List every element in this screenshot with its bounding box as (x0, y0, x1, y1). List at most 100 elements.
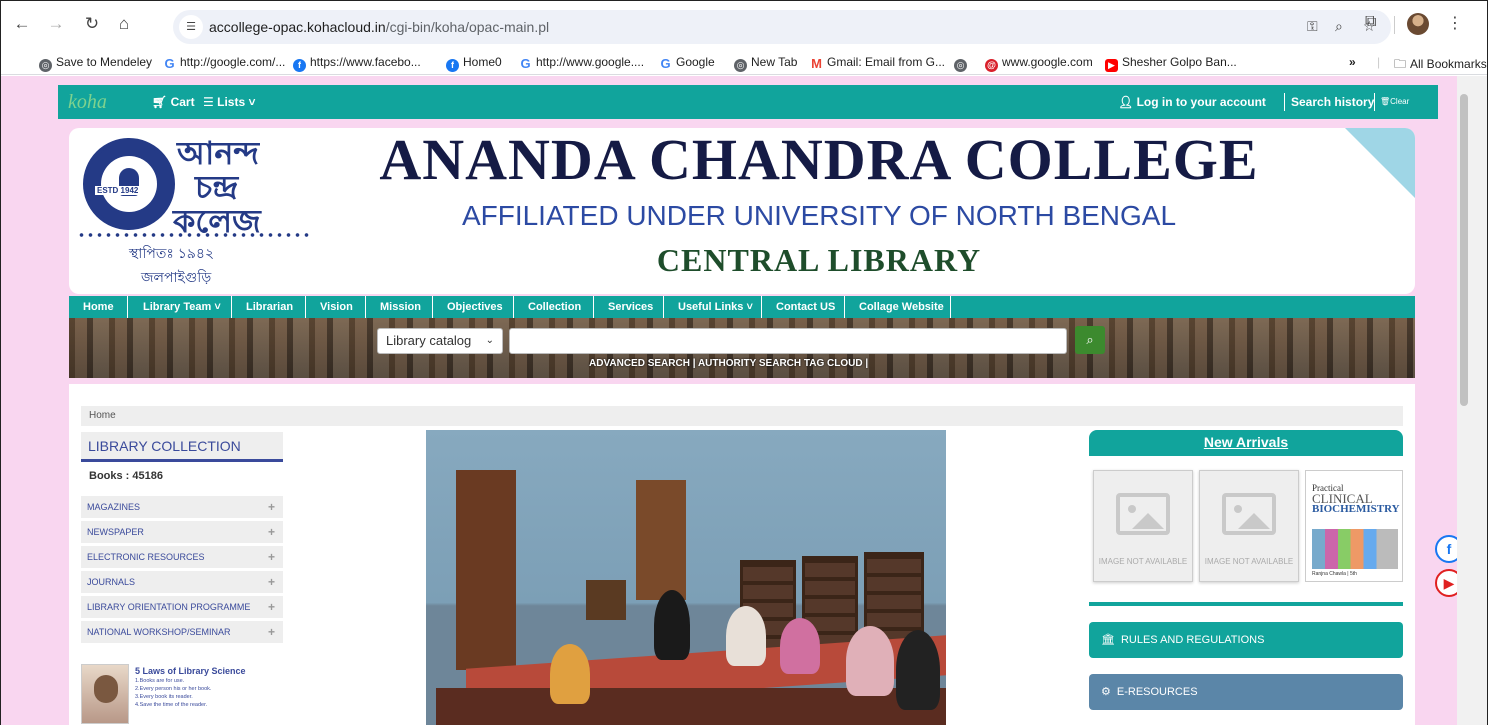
back-arrow-icon[interactable]: ← (11, 13, 33, 35)
youtube-icon: ▶ (1105, 59, 1118, 72)
nav-services[interactable]: Services (608, 296, 653, 318)
main-nav: Home Library Team ˅ Librarian Vision Mis… (69, 296, 1415, 318)
home-icon[interactable]: ⌂ (113, 13, 135, 35)
page-viewport: koha 🛒︎ Cart ☰ Lists ˅ 👤︎ Log in to your… (1, 76, 1457, 725)
url-text[interactable]: accollege-opac.kohacloud.in/cgi-bin/koha… (209, 19, 549, 35)
cogs-icon: ⚙ (1101, 686, 1111, 698)
page-scrollbar[interactable] (1457, 76, 1487, 725)
caret-down-icon: ˅ (248, 95, 256, 109)
nav-mission[interactable]: Mission (380, 296, 421, 318)
nav-contact-us[interactable]: Contact US (776, 296, 835, 318)
nav-collection[interactable]: Collection (528, 296, 581, 318)
search-links: ADVANCED SEARCH | AUTHORITY SEARCH TAG C… (589, 358, 869, 369)
books-count: Books : 45186 (89, 470, 163, 482)
advanced-search-link[interactable]: ADVANCED SEARCH (589, 358, 690, 369)
zoom-icon[interactable]: ⌕ (1335, 18, 1343, 35)
list-icon: ☰ (203, 95, 214, 109)
collection-item-electronic-resources[interactable]: ELECTRONIC RESOURCES + (81, 546, 283, 568)
bookmark-item[interactable]: f Home0 (446, 55, 502, 72)
collection-item-orientation[interactable]: LIBRARY ORIENTATION PROGRAMME + (81, 596, 283, 618)
laws-line: 1.Books are for use. (135, 678, 185, 684)
nav-vision[interactable]: Vision (320, 296, 353, 318)
nav-librarian[interactable]: Librarian (246, 296, 293, 318)
trash-icon: 🗑︎ (1380, 97, 1391, 106)
google-icon: G (164, 56, 175, 71)
dotted-divider (77, 232, 309, 238)
clear-history-button[interactable]: 🗑︎Clear (1380, 97, 1409, 106)
lists-dropdown[interactable]: ☰ Lists ˅ (203, 95, 255, 109)
cart-button[interactable]: 🛒︎ Cart (152, 95, 195, 109)
all-bookmarks-button[interactable]: 🗀 All Bookmarks (1394, 55, 1487, 76)
collection-heading: LIBRARY COLLECTION (81, 432, 283, 462)
bookmark-item[interactable]: M Gmail: Email from G... (810, 55, 945, 70)
google-icon: G (520, 56, 531, 71)
menu-dots-icon[interactable]: ⋮ (1447, 13, 1463, 33)
koha-logo[interactable]: koha (68, 91, 107, 114)
bookmark-item[interactable]: ◎ (954, 55, 971, 72)
nav-college-website[interactable]: Collage Website (859, 296, 944, 318)
bookmark-item[interactable]: ◎ New Tab (734, 55, 797, 72)
laws-line: 4.Save the time of the reader. (135, 702, 208, 708)
collection-item-magazines[interactable]: MAGAZINES + (81, 496, 283, 518)
facebook-icon: f (293, 59, 306, 72)
laws-line: 2.Every person his or her book. (135, 686, 212, 692)
koha-topbar: koha 🛒︎ Cart ☰ Lists ˅ 👤︎ Log in to your… (58, 85, 1438, 119)
rules-regulations-button[interactable]: 🏛︎ RULES AND REGULATIONS (1089, 622, 1403, 658)
bookmark-item[interactable]: G Google (659, 55, 714, 71)
plus-icon: + (267, 600, 275, 614)
globe-icon: ◎ (734, 59, 747, 72)
search-scope-select[interactable]: Library catalog ⌄ (377, 328, 503, 354)
bookmark-item[interactable]: ▶ Shesher Golpo Ban... (1105, 55, 1237, 72)
bookmark-item[interactable]: Ghttp://google.com/... (163, 55, 285, 70)
nav-library-team[interactable]: Library Team ˅ (143, 296, 221, 318)
bookmark-item[interactable]: ◎ Save to Mendeley (39, 55, 152, 72)
extensions-icon[interactable]: ⧉ (1365, 13, 1376, 31)
search-history-link[interactable]: Search history (1291, 95, 1374, 109)
address-bar[interactable]: ☰ accollege-opac.kohacloud.in/cgi-bin/ko… (173, 10, 1391, 44)
globe-icon: ◎ (954, 59, 967, 72)
bookmarks-bar: ◎ Save to Mendeley Ghttp://google.com/...… (1, 51, 1487, 75)
nav-useful-links[interactable]: Useful Links ˅ (678, 296, 753, 318)
more-bookmarks-button[interactable]: » (1349, 55, 1356, 69)
new-arrival-card[interactable]: IMAGE NOT AVAILABLE (1199, 470, 1299, 582)
authority-search-link[interactable]: AUTHORITY SEARCH (698, 358, 801, 369)
ranganathan-portrait (81, 664, 129, 724)
new-arrivals-heading[interactable]: New Arrivals (1089, 430, 1403, 456)
plus-icon: + (267, 525, 275, 539)
breadcrumb-home-link[interactable]: Home (89, 410, 116, 421)
collection-item-journals[interactable]: JOURNALS + (81, 571, 283, 593)
bookmark-item[interactable]: Ghttp://www.google.... (519, 55, 644, 70)
e-resources-button[interactable]: ⚙ E-RESOURCES (1089, 674, 1403, 710)
browser-toolbar: ← → ↻ ⌂ ☰ accollege-opac.kohacloud.in/cg… (1, 1, 1487, 51)
collection-item-newspaper[interactable]: NEWSPAPER + (81, 521, 283, 543)
nav-home[interactable]: Home (83, 296, 114, 318)
profile-avatar[interactable] (1407, 13, 1429, 35)
library-title: CENTRAL LIBRARY (656, 242, 982, 278)
scrollbar-thumb[interactable] (1460, 94, 1468, 406)
new-arrival-card[interactable]: IMAGE NOT AVAILABLE (1093, 470, 1193, 582)
chevron-down-icon: ⌄ (485, 335, 494, 346)
bookmarks-divider: | (1377, 55, 1381, 69)
catalog-search-input[interactable] (509, 328, 1067, 354)
plus-icon: + (267, 625, 275, 639)
nav-objectives[interactable]: Objectives (447, 296, 503, 318)
toolbar-divider (1394, 16, 1395, 34)
login-link[interactable]: 👤︎ Log in to your account (1118, 95, 1266, 109)
collection-item-workshop[interactable]: NATIONAL WORKSHOP/SEMINAR + (81, 621, 283, 643)
search-button[interactable]: ⌕ (1075, 326, 1105, 354)
search-icon: ⌕ (1086, 332, 1094, 347)
google-icon: G (660, 56, 671, 71)
search-strip: Library catalog ⌄ ⌕ ADVANCED SEARCH | AUT… (69, 318, 1415, 378)
site-settings-icon[interactable]: ☰ (179, 15, 203, 39)
forward-arrow-icon[interactable]: → (45, 13, 67, 35)
library-photo (426, 430, 946, 725)
password-key-icon[interactable]: ⚿ (1307, 18, 1318, 35)
divider (1374, 93, 1375, 111)
main-content: Home LIBRARY COLLECTION Books : 45186 MA… (69, 384, 1415, 725)
bengali-established: স্থাপিতঃ ১৯৪২ (129, 245, 215, 261)
bookmark-item[interactable]: @ www.google.com (985, 55, 1093, 72)
reload-icon[interactable]: ↻ (81, 13, 103, 35)
bookmark-item[interactable]: f https://www.facebo... (293, 55, 421, 72)
new-arrival-book-cover[interactable]: Practical CLINICAL BIOCHEMISTRY Ranjna C… (1305, 470, 1403, 582)
tag-cloud-link[interactable]: TAG CLOUD (804, 358, 863, 369)
